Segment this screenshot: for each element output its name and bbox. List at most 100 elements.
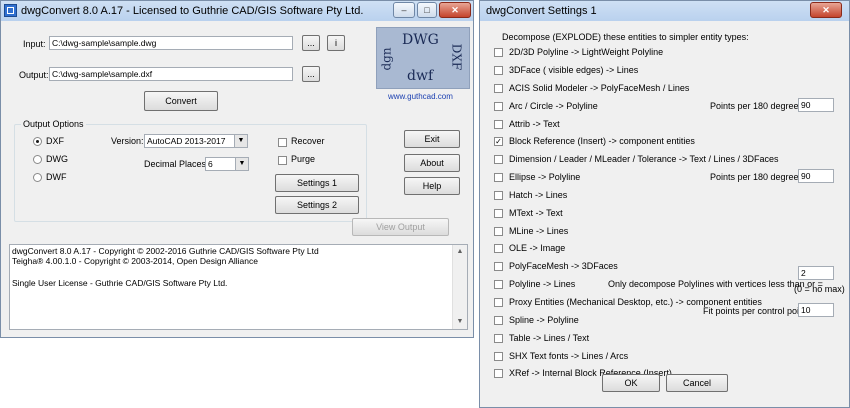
about-button[interactable]: About <box>404 154 460 172</box>
maximize-button[interactable]: □ <box>417 2 437 18</box>
ellipse-points-input[interactable]: 90 <box>798 169 834 183</box>
input-label: Input: <box>23 39 46 49</box>
setting-checkbox[interactable] <box>494 352 503 361</box>
polyline-vertices-input[interactable]: 2 <box>798 266 834 280</box>
help-button[interactable]: Help <box>404 177 460 195</box>
arc-points-label: Points per 180 degrees: <box>710 101 806 111</box>
logo-dgn-text: dgn <box>379 47 394 71</box>
setting-label: Spline -> Polyline <box>509 315 579 325</box>
chevron-down-icon: ▼ <box>235 158 248 170</box>
setting-checkbox[interactable] <box>494 369 503 378</box>
decompose-heading: Decompose (EXPLODE) these entities to si… <box>502 32 749 42</box>
version-select[interactable]: AutoCAD 2013-2017 ▼ <box>144 134 248 148</box>
setting-checkbox[interactable] <box>494 227 503 236</box>
chevron-down-icon: ▼ <box>234 135 247 147</box>
settings1-button[interactable]: Settings 1 <box>275 174 359 192</box>
input-browse-button[interactable]: ... <box>302 35 320 51</box>
setting-checkbox[interactable] <box>494 262 503 271</box>
radio-dwg[interactable] <box>33 155 42 164</box>
main-titlebar[interactable]: dwgConvert 8.0 A.17 - Licensed to Guthri… <box>1 1 473 21</box>
exit-button[interactable]: Exit <box>404 130 460 148</box>
setting-label: PolyFaceMesh -> 3DFaces <box>509 261 618 271</box>
main-window: dwgConvert 8.0 A.17 - Licensed to Guthri… <box>0 0 474 338</box>
setting-checkbox[interactable] <box>494 120 503 129</box>
setting-checkbox[interactable] <box>494 298 503 307</box>
no-max-note: (0 = no max) <box>794 284 845 294</box>
setting-label: MLine -> Lines <box>509 226 569 236</box>
radio-dwf[interactable] <box>33 173 42 182</box>
setting-checkbox[interactable] <box>494 209 503 218</box>
output-browse-button[interactable]: ... <box>302 66 320 82</box>
ok-button[interactable]: OK <box>602 374 660 392</box>
spline-points-label: Fit points per control point: <box>703 306 810 316</box>
main-window-title: dwgConvert 8.0 A.17 - Licensed to Guthri… <box>21 5 364 17</box>
setting-checkbox[interactable] <box>494 244 503 253</box>
log-scrollbar[interactable]: ▲ ▼ <box>452 245 467 329</box>
radio-dxf[interactable] <box>33 137 42 146</box>
purge-label: Purge <box>291 154 316 164</box>
setting-label: Arc / Circle -> Polyline <box>509 101 598 111</box>
app-icon <box>4 4 17 17</box>
scroll-up-icon[interactable]: ▲ <box>453 245 467 259</box>
setting-checkbox[interactable] <box>494 173 503 182</box>
view-output-button[interactable]: View Output <box>352 218 449 236</box>
setting-label: Ellipse -> Polyline <box>509 172 581 182</box>
setting-label: MText -> Text <box>509 208 563 218</box>
log-line: dwgConvert 8.0 A.17 - Copyright © 2002-2… <box>12 246 319 256</box>
log-line: Teigha® 4.00.1.0 - Copyright © 2003-2014… <box>12 256 258 266</box>
logo-dwf-text: dwf <box>407 68 434 84</box>
setting-checkbox[interactable] <box>494 280 503 289</box>
convert-button[interactable]: Convert <box>144 91 218 111</box>
setting-label: 3DFace ( visible edges) -> Lines <box>509 65 639 75</box>
arc-points-input[interactable]: 90 <box>798 98 834 112</box>
close-button[interactable]: ✕ <box>439 2 471 18</box>
radio-dwg-label: DWG <box>46 154 68 164</box>
minimize-button[interactable]: – <box>393 2 415 18</box>
settings-close-button[interactable]: ✕ <box>810 2 842 18</box>
setting-label: 2D/3D Polyline -> LightWeight Polyline <box>509 47 664 57</box>
settings-client-area: Decompose (EXPLODE) these entities to si… <box>484 22 845 403</box>
website-link[interactable]: www.guthcad.com <box>388 92 453 101</box>
settings-titlebar[interactable]: dwgConvert Settings 1 ✕ <box>480 1 849 21</box>
output-path-field[interactable]: C:\dwg-sample\sample.dxf <box>49 67 293 81</box>
setting-checkbox[interactable] <box>494 102 503 111</box>
main-client-area: Input: C:\dwg-sample\sample.dwg ... i Ou… <box>5 22 470 333</box>
logo-dxf-text: DXF <box>449 43 464 71</box>
spline-points-input[interactable]: 10 <box>798 303 834 317</box>
logo-dwg-text: DWG <box>402 32 439 48</box>
settings2-button[interactable]: Settings 2 <box>275 196 359 214</box>
setting-checkbox[interactable] <box>494 84 503 93</box>
output-options-title: Output Options <box>21 119 86 129</box>
recover-label: Recover <box>291 136 325 146</box>
setting-checkbox[interactable] <box>494 155 503 164</box>
decimal-places-select[interactable]: 6 ▼ <box>205 157 249 171</box>
setting-checkbox[interactable] <box>494 191 503 200</box>
settings-window: dwgConvert Settings 1 ✕ Decompose (EXPLO… <box>479 0 850 408</box>
setting-checkbox[interactable] <box>494 316 503 325</box>
purge-checkbox[interactable] <box>278 156 287 165</box>
setting-label: ACIS Solid Modeler -> PolyFaceMesh / Lin… <box>509 83 690 93</box>
log-output-area[interactable]: dwgConvert 8.0 A.17 - Copyright © 2002-2… <box>9 244 468 330</box>
setting-label: SHX Text fonts -> Lines / Arcs <box>509 351 629 361</box>
setting-checkbox[interactable] <box>494 48 503 57</box>
output-options-group: Output Options DXF DWG DWF Version: Auto… <box>14 119 367 222</box>
setting-label: Attrib -> Text <box>509 119 560 129</box>
decimal-places-value: 6 <box>208 159 213 169</box>
setting-checkbox[interactable] <box>494 66 503 75</box>
polyline-vertices-label: Only decompose Polylines with vertices l… <box>608 279 823 289</box>
setting-label: Dimension / Leader / MLeader / Tolerance… <box>509 154 779 164</box>
log-line: Single User License - Guthrie CAD/GIS So… <box>12 278 228 288</box>
scroll-down-icon[interactable]: ▼ <box>453 315 467 329</box>
input-path-field[interactable]: C:\dwg-sample\sample.dwg <box>49 36 293 50</box>
cancel-button[interactable]: Cancel <box>666 374 728 392</box>
setting-label: OLE -> Image <box>509 243 566 253</box>
setting-label: Polyline -> Lines <box>509 279 576 289</box>
setting-checkbox-checked[interactable]: ✓ <box>494 137 503 146</box>
radio-dwf-label: DWF <box>46 172 67 182</box>
recover-checkbox[interactable] <box>278 138 287 147</box>
ellipse-points-label: Points per 180 degrees: <box>710 172 806 182</box>
info-button[interactable]: i <box>327 35 345 51</box>
setting-label: Hatch -> Lines <box>509 190 568 200</box>
setting-checkbox[interactable] <box>494 334 503 343</box>
setting-label: Block Reference (Insert) -> component en… <box>509 136 695 146</box>
